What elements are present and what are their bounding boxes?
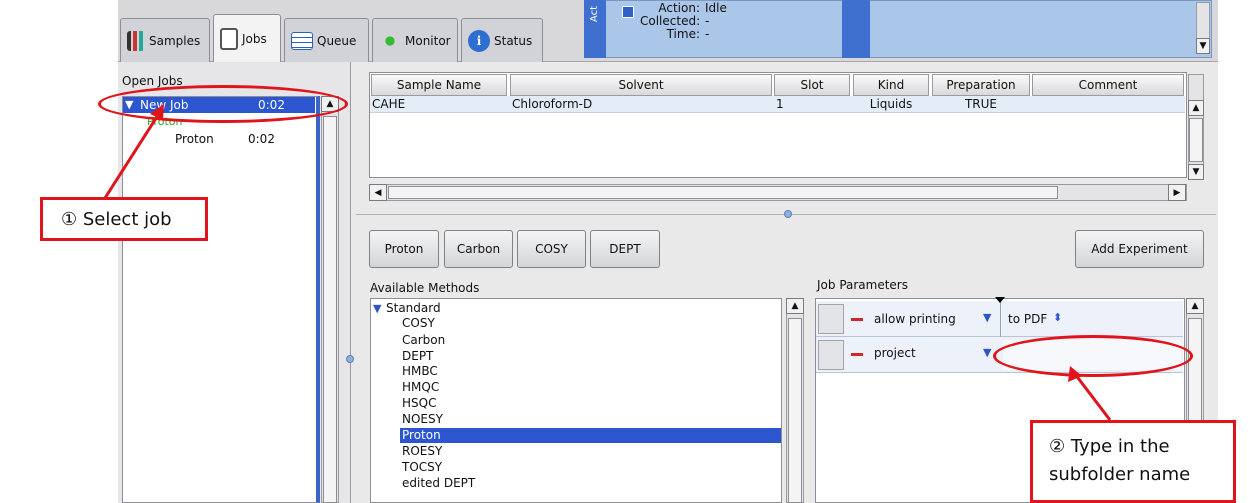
callout-text: ② Type in the [1049,436,1170,457]
arrow-line [103,111,162,199]
callout-type-subfolder: ② Type in the subfolder name [1030,420,1236,503]
callout-select-job: ① Select job [40,197,208,241]
arrow-line [1073,373,1112,421]
callout-text: subfolder name [1049,464,1191,485]
callout-text: ① Select job [61,209,172,230]
